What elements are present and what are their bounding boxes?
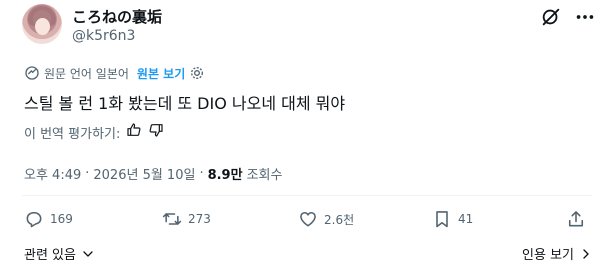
divider: [22, 195, 592, 196]
translation-bar: 원문 언어 일본어 원본 보기: [24, 64, 205, 82]
reply-count: 169: [50, 212, 73, 226]
retweet-button[interactable]: 273: [162, 206, 211, 232]
avatar[interactable]: [22, 4, 62, 44]
meta-separator: ·: [85, 166, 90, 181]
related-toggle[interactable]: 관련 있음: [24, 244, 96, 263]
meta-separator: ·: [199, 166, 204, 181]
thumbs-down-icon[interactable]: [148, 122, 164, 142]
like-button[interactable]: 2.6천: [298, 206, 354, 232]
translation-language-label: 원문 언어 일본어: [44, 66, 129, 81]
author-display-name[interactable]: ころねの裏垢: [72, 6, 162, 27]
more-icon[interactable]: [574, 6, 596, 28]
views-count: 8.9만: [207, 168, 243, 183]
grok-icon[interactable]: [540, 6, 562, 28]
share-icon: [568, 211, 584, 227]
avatar-face: [35, 18, 50, 35]
action-bar: 169 273 2.6천 41: [0, 206, 611, 232]
tweet-date[interactable]: 2026년 5월 10일: [93, 164, 195, 183]
tweet-time[interactable]: 오후 4:49: [24, 164, 81, 183]
show-original-link[interactable]: 원본 보기: [137, 65, 185, 82]
bookmark-icon: [436, 211, 448, 228]
grok-icon-svg: [542, 8, 560, 26]
views-label: 조회수: [246, 168, 283, 183]
view-quotes-label: 인용 보기: [522, 248, 574, 263]
bookmark-count: 41: [458, 212, 474, 226]
tweet-text: 스틸 볼 런 1화 봤는데 또 DIO 나오네 대체 뭐야: [24, 94, 346, 113]
share-button[interactable]: [566, 206, 586, 232]
like-count: 2.6천: [324, 212, 355, 227]
rate-translation-row: 이 번역 평가하기:: [24, 122, 164, 142]
translate-icon: [24, 65, 40, 81]
view-quotes-link[interactable]: 인용 보기: [522, 244, 594, 263]
author-handle[interactable]: @k5r6n3: [72, 28, 135, 44]
rate-translation-label: 이 번역 평가하기:: [24, 126, 121, 142]
like-icon: [300, 211, 316, 227]
chevron-right-icon: [583, 248, 589, 259]
gear-icon[interactable]: [189, 65, 205, 81]
more-icon-svg: [576, 15, 594, 19]
chevron-down-icon: [83, 250, 93, 257]
related-label: 관련 있음: [24, 248, 76, 263]
tweet-meta: 오후 4:49 · 2026년 5월 10일 · 8.9만 조회수: [24, 164, 282, 183]
bookmark-button[interactable]: 41: [432, 206, 473, 232]
reply-button[interactable]: 169: [24, 206, 73, 232]
retweet-count: 273: [188, 212, 211, 226]
retweet-icon: [162, 213, 182, 225]
footer-row: 관련 있음 인용 보기: [24, 244, 594, 263]
thumbs-up-icon[interactable]: [126, 122, 142, 142]
reply-icon: [26, 211, 42, 228]
